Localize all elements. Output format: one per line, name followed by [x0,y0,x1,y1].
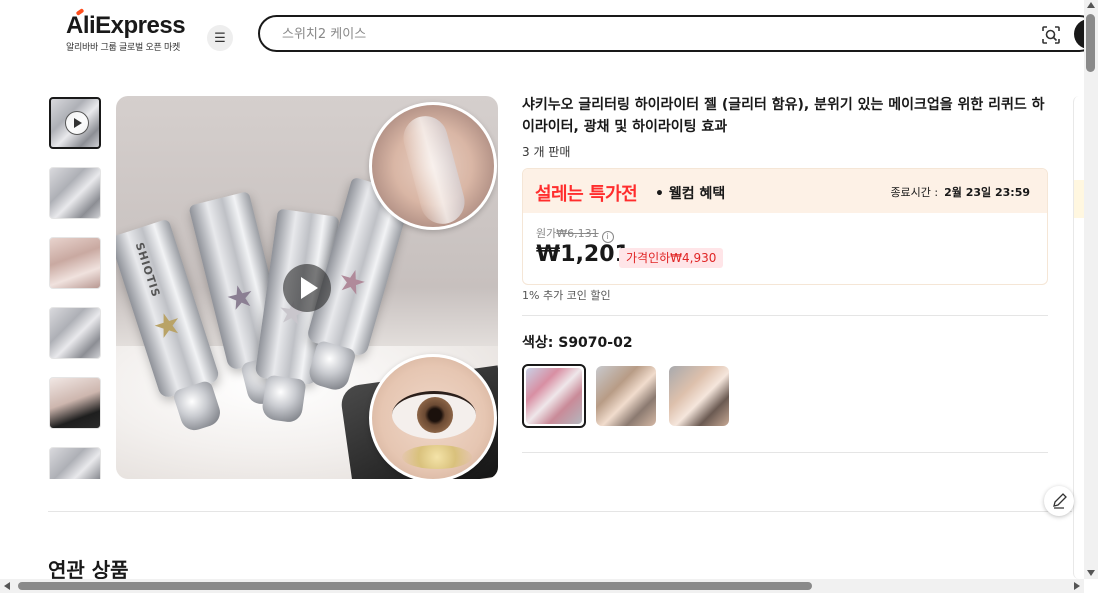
gold-star-icon: ★ [147,302,187,348]
main-product-image[interactable]: SHIOTIS ★ ★ ★ ★ [116,96,498,479]
scroll-up-icon[interactable] [1087,2,1095,8]
search-bar [258,15,1098,52]
divider [522,315,1048,316]
original-price: 원가₩6,131 i [536,225,614,243]
deal-subtitle: • 웰컴 혜택 [655,186,726,202]
logo-text: AliExpress [66,12,186,39]
sold-count: 3 개 판매 [522,145,571,159]
purple-star-icon: ★ [221,275,259,320]
product-title: 샤키누오 글리터링 하이라이터 젤 (글리터 함유), 분위기 있는 메이크업을… [522,97,1045,135]
product-page: AliExpress 알리바바 그룹 글로벌 오픈 마켓 ☰ SHIOTIS ★… [0,0,1098,593]
thumbnail-item[interactable] [49,167,101,219]
swatch-inset-image [369,102,497,230]
divider [522,452,1048,453]
thumbnail-list [48,96,102,479]
tube-brand: SHIOTIS [132,240,163,300]
color-swatch-selected[interactable] [522,364,586,428]
discount-badge: 가격인하₩4,930 [619,248,724,268]
scroll-down-icon[interactable] [1087,570,1095,576]
scroll-thumb[interactable] [18,582,812,590]
thumbnail-item[interactable] [49,237,101,289]
price-box: 설레는 특가전 • 웰컴 혜택 종료시간 :2월 23일 23:59 원가₩6,… [522,168,1048,285]
vertical-scrollbar[interactable] [1084,0,1098,579]
horizontal-scrollbar[interactable] [0,579,1084,593]
product-info: 샤키누오 글리터링 하이라이터 젤 (글리터 함유), 분위기 있는 메이크업을… [522,94,1048,453]
edit-icon[interactable] [1044,486,1074,516]
section-divider [48,511,1072,512]
current-price: ₩1,201 [536,242,630,267]
eye-inset-image [369,354,497,479]
hamburger-icon[interactable]: ☰ [207,25,233,51]
deal-brand: 설레는 특가전 [535,184,638,205]
thumbnail-item[interactable] [49,447,101,479]
logo-tagline: 알리바바 그룹 글로벌 오픈 마켓 [66,43,180,53]
tube-cap [260,374,307,424]
scroll-thumb[interactable] [1086,14,1095,72]
thumbnail-item[interactable] [49,307,101,359]
aliexpress-logo[interactable]: AliExpress 알리바바 그룹 글로벌 오픈 마켓 [66,8,196,53]
thumbnail-video[interactable] [49,97,101,149]
coin-discount: 1% 추가 코인 할인 [522,289,611,302]
play-video-icon[interactable] [283,264,331,312]
thumbnail-item[interactable] [49,377,101,429]
scroll-left-icon[interactable] [4,582,10,590]
play-icon [65,111,89,135]
deal-banner: 설레는 특가전 • 웰컴 혜택 종료시간 :2월 23일 23:59 [523,169,1047,213]
color-swatch[interactable] [596,366,656,426]
search-input[interactable] [282,23,982,45]
pink-star-icon: ★ [333,259,372,304]
color-swatch[interactable] [669,366,729,426]
image-search-icon[interactable] [1041,25,1061,45]
side-panel [1073,96,1085,579]
color-label: 색상: S9070-02 [522,335,633,351]
deal-end-time: 종료시간 :2월 23일 23:59 [890,186,1030,199]
scroll-right-icon[interactable] [1074,582,1080,590]
